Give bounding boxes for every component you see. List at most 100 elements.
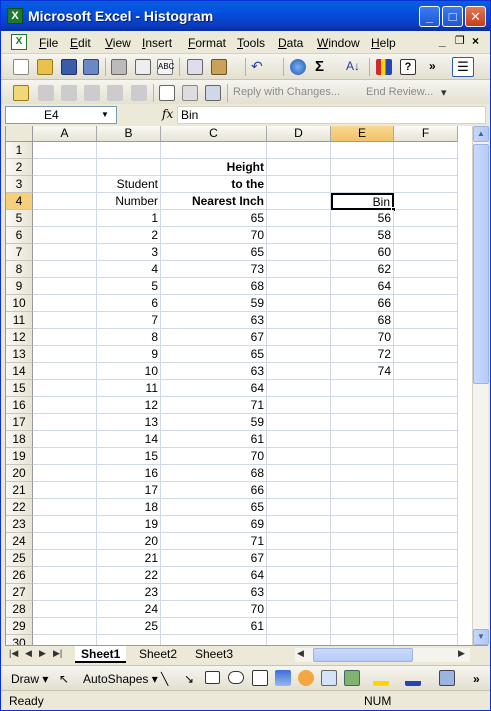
cell[interactable] — [394, 533, 458, 550]
bin-cell[interactable]: 62 — [331, 261, 394, 278]
row-header-24[interactable]: 24 — [6, 533, 33, 550]
cell[interactable] — [267, 244, 331, 261]
cell[interactable] — [33, 329, 97, 346]
cell[interactable] — [394, 397, 458, 414]
cell[interactable] — [267, 516, 331, 533]
select-all-button[interactable] — [6, 126, 33, 142]
horizontal-scroll-thumb[interactable] — [313, 648, 413, 662]
row-header-7[interactable]: 7 — [6, 244, 33, 261]
cell[interactable] — [394, 550, 458, 567]
row-header-26[interactable]: 26 — [6, 567, 33, 584]
chevron-down-icon[interactable]: ▼ — [101, 110, 109, 119]
open-icon[interactable] — [37, 59, 53, 75]
autosum-icon[interactable]: Σ — [315, 59, 331, 75]
worksheet-grid[interactable]: A B C D E F 1 2 3 4 5 6 7 8 9 10 11 12 13 14 15 16 17 18 19 20 21 2… — [5, 126, 472, 645]
height-cell[interactable]: 67 — [161, 329, 267, 346]
height-cell[interactable]: 70 — [161, 448, 267, 465]
cell[interactable] — [394, 210, 458, 227]
cell[interactable] — [267, 482, 331, 499]
row-header-19[interactable]: 19 — [6, 448, 33, 465]
wordart-icon[interactable] — [275, 670, 291, 686]
row-header-22[interactable]: 22 — [6, 499, 33, 516]
cell[interactable] — [33, 601, 97, 618]
bin-cell[interactable]: 56 — [331, 210, 394, 227]
menu-window[interactable]: Window — [317, 36, 360, 50]
cell[interactable] — [394, 635, 458, 645]
row-header-18[interactable]: 18 — [6, 431, 33, 448]
student-number-cell[interactable]: 11 — [97, 380, 161, 397]
height-cell[interactable]: 68 — [161, 278, 267, 295]
bin-cell[interactable]: 58 — [331, 227, 394, 244]
cell[interactable] — [267, 567, 331, 584]
cell[interactable] — [394, 431, 458, 448]
cell[interactable] — [33, 210, 97, 227]
student-number-cell[interactable]: 14 — [97, 431, 161, 448]
student-number-cell[interactable]: 21 — [97, 550, 161, 567]
row-header-15[interactable]: 15 — [6, 380, 33, 397]
cell[interactable] — [33, 193, 97, 210]
column-header-d[interactable]: D — [267, 126, 331, 142]
sheet-tab-sheet2[interactable]: Sheet2 — [133, 646, 183, 663]
height-cell[interactable]: 61 — [161, 618, 267, 635]
height-cell[interactable]: 70 — [161, 601, 267, 618]
cell[interactable] — [331, 533, 394, 550]
paste-icon[interactable] — [211, 59, 227, 75]
cell[interactable] — [394, 193, 458, 210]
cell[interactable] — [394, 312, 458, 329]
cell[interactable] — [267, 329, 331, 346]
height-cell[interactable]: 59 — [161, 414, 267, 431]
cell[interactable] — [267, 465, 331, 482]
student-number-cell[interactable]: 23 — [97, 584, 161, 601]
row-header-16[interactable]: 16 — [6, 397, 33, 414]
height-cell[interactable]: 73 — [161, 261, 267, 278]
cell[interactable] — [267, 363, 331, 380]
cell[interactable] — [394, 159, 458, 176]
diagram-icon[interactable] — [298, 670, 314, 686]
height-cell[interactable]: 63 — [161, 584, 267, 601]
cell[interactable] — [394, 329, 458, 346]
toolbar-options-icon[interactable]: » — [429, 59, 445, 75]
hyperlink-icon[interactable] — [290, 59, 306, 75]
cell[interactable] — [33, 635, 97, 645]
toolbar-options-icon[interactable]: ▾ — [441, 86, 447, 99]
student-number-cell[interactable]: 4 — [97, 261, 161, 278]
height-cell[interactable]: 65 — [161, 210, 267, 227]
row-header-23[interactable]: 23 — [6, 516, 33, 533]
column-header-b[interactable]: B — [97, 126, 161, 142]
menu-view[interactable]: View — [105, 36, 131, 50]
bin-cell[interactable]: 70 — [331, 329, 394, 346]
cell[interactable] — [97, 635, 161, 645]
cell[interactable] — [331, 465, 394, 482]
menu-data[interactable]: Data — [278, 36, 303, 50]
send-icon[interactable] — [205, 85, 221, 101]
last-sheet-icon[interactable]: ▶| — [53, 648, 62, 659]
cell[interactable] — [33, 465, 97, 482]
height-cell[interactable]: 65 — [161, 499, 267, 516]
selected-cell-e4[interactable]: Bin — [331, 193, 394, 210]
row-header-1[interactable]: 1 — [6, 142, 33, 159]
cell[interactable] — [394, 499, 458, 516]
cell[interactable] — [33, 414, 97, 431]
student-number-cell[interactable]: 7 — [97, 312, 161, 329]
bin-cell[interactable]: 74 — [331, 363, 394, 380]
cell[interactable] — [33, 176, 97, 193]
height-cell[interactable]: 65 — [161, 346, 267, 363]
permission-icon[interactable] — [83, 59, 99, 75]
cell[interactable] — [267, 142, 331, 159]
student-number-cell[interactable]: 16 — [97, 465, 161, 482]
cell[interactable] — [331, 482, 394, 499]
student-number-cell[interactable]: 5 — [97, 278, 161, 295]
bin-cell[interactable]: 64 — [331, 278, 394, 295]
chart-wizard-icon[interactable] — [376, 59, 392, 75]
cell[interactable] — [267, 159, 331, 176]
cell[interactable] — [394, 363, 458, 380]
title-bar[interactable]: X Microsoft Excel - Histogram _ □ ✕ — [1, 1, 490, 31]
bin-cell[interactable]: 60 — [331, 244, 394, 261]
cell[interactable] — [33, 516, 97, 533]
row-header-10[interactable]: 10 — [6, 295, 33, 312]
cell[interactable] — [33, 244, 97, 261]
cell[interactable] — [33, 142, 97, 159]
cell[interactable] — [161, 142, 267, 159]
cell[interactable] — [394, 380, 458, 397]
height-header-cell[interactable]: to the — [161, 176, 267, 193]
